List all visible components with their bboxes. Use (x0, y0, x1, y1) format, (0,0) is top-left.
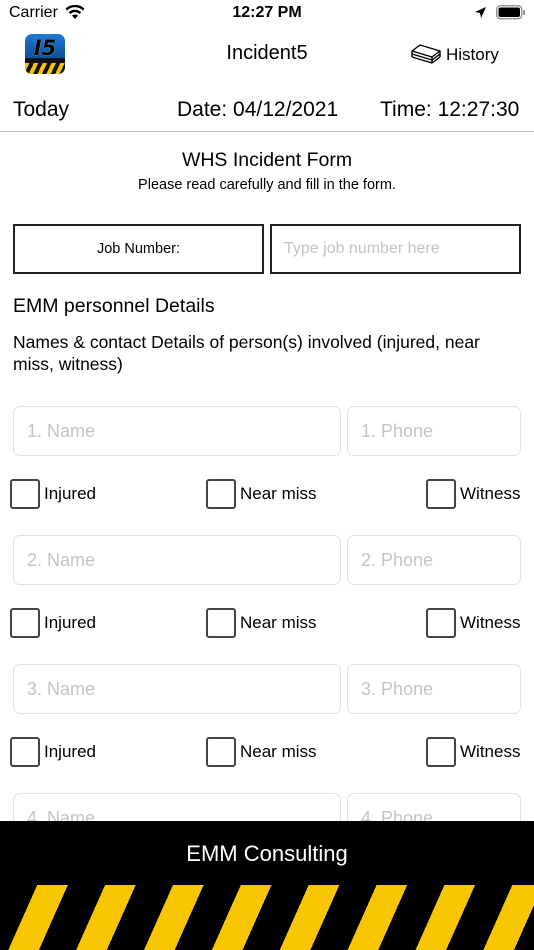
person-1-near-miss-checkbox[interactable]: Near miss (206, 479, 317, 509)
checkbox-label: Injured (44, 742, 96, 761)
person-3-witness-checkbox[interactable]: Witness (426, 737, 520, 767)
checkbox-label: Near miss (240, 613, 317, 632)
checkbox-icon[interactable] (426, 608, 456, 638)
person-2-phone-input[interactable] (347, 535, 521, 585)
status-time: 12:27 PM (232, 4, 302, 21)
checkbox-icon[interactable] (426, 737, 456, 767)
person-1-injured-checkbox[interactable]: Injured (10, 479, 96, 509)
person-1-witness-checkbox[interactable]: Witness (426, 479, 520, 509)
person-2-near-miss-checkbox[interactable]: Near miss (206, 608, 317, 638)
navigation-bar: I5 Incident5 History (0, 30, 534, 80)
section-description: Names & contact Details of person(s) inv… (13, 332, 480, 374)
checkbox-label: Injured (44, 613, 96, 632)
date-label: Date: (177, 98, 228, 121)
checkbox-label: Near miss (240, 742, 317, 761)
time-label: Time: (380, 98, 432, 121)
checkbox-label: Near miss (240, 484, 317, 503)
date-value: 04/12/2021 (233, 98, 339, 121)
section-title: EMM personnel Details (13, 295, 215, 317)
person-3-near-miss-checkbox[interactable]: Near miss (206, 737, 317, 767)
person-3-injured-checkbox[interactable]: Injured (10, 737, 96, 767)
job-number-label: Job Number: (13, 224, 264, 274)
checkbox-label: Witness (460, 742, 521, 761)
time-value: 12:27:30 (437, 98, 520, 121)
battery-icon (496, 5, 526, 25)
person-1-name-input[interactable] (13, 406, 341, 456)
checkbox-icon[interactable] (206, 608, 236, 638)
person-2-witness-checkbox[interactable]: Witness (426, 608, 520, 638)
location-arrow-icon (474, 6, 487, 24)
person-2-name-input[interactable] (13, 535, 341, 585)
person-3-phone-input[interactable] (347, 664, 521, 714)
checkbox-icon[interactable] (206, 737, 236, 767)
checkbox-icon[interactable] (10, 737, 40, 767)
checkbox-icon[interactable] (10, 608, 40, 638)
person-1-phone-input[interactable] (347, 406, 521, 456)
checkbox-label: Injured (44, 484, 96, 503)
footer-banner: EMM Consulting (0, 821, 534, 950)
checkbox-label: Witness (460, 484, 521, 503)
checkbox-icon[interactable] (206, 479, 236, 509)
form-subtitle: Please read carefully and fill in the fo… (138, 177, 396, 193)
person-3-name-input[interactable] (13, 664, 341, 714)
status-bar: Carrier 12:27 PM (0, 0, 534, 30)
history-button[interactable]: History (410, 42, 499, 68)
hazard-stripes (0, 885, 534, 950)
date-display: Date: 04/12/2021 (177, 98, 338, 122)
time-display: Time: 12:27:30 (380, 98, 519, 122)
person-2-injured-checkbox[interactable]: Injured (10, 608, 96, 638)
checkbox-icon[interactable] (426, 479, 456, 509)
stacked-papers-icon (410, 42, 442, 69)
checkbox-icon[interactable] (10, 479, 40, 509)
footer-company-name: EMM Consulting (186, 841, 348, 866)
date-time-row: Today Date: 04/12/2021 Time: 12:27:30 (0, 86, 534, 132)
today-label: Today (13, 98, 70, 121)
job-number-input[interactable] (270, 224, 521, 274)
form-title: WHS Incident Form (181, 149, 353, 171)
history-label: History (446, 45, 499, 64)
checkbox-label: Witness (460, 613, 521, 632)
